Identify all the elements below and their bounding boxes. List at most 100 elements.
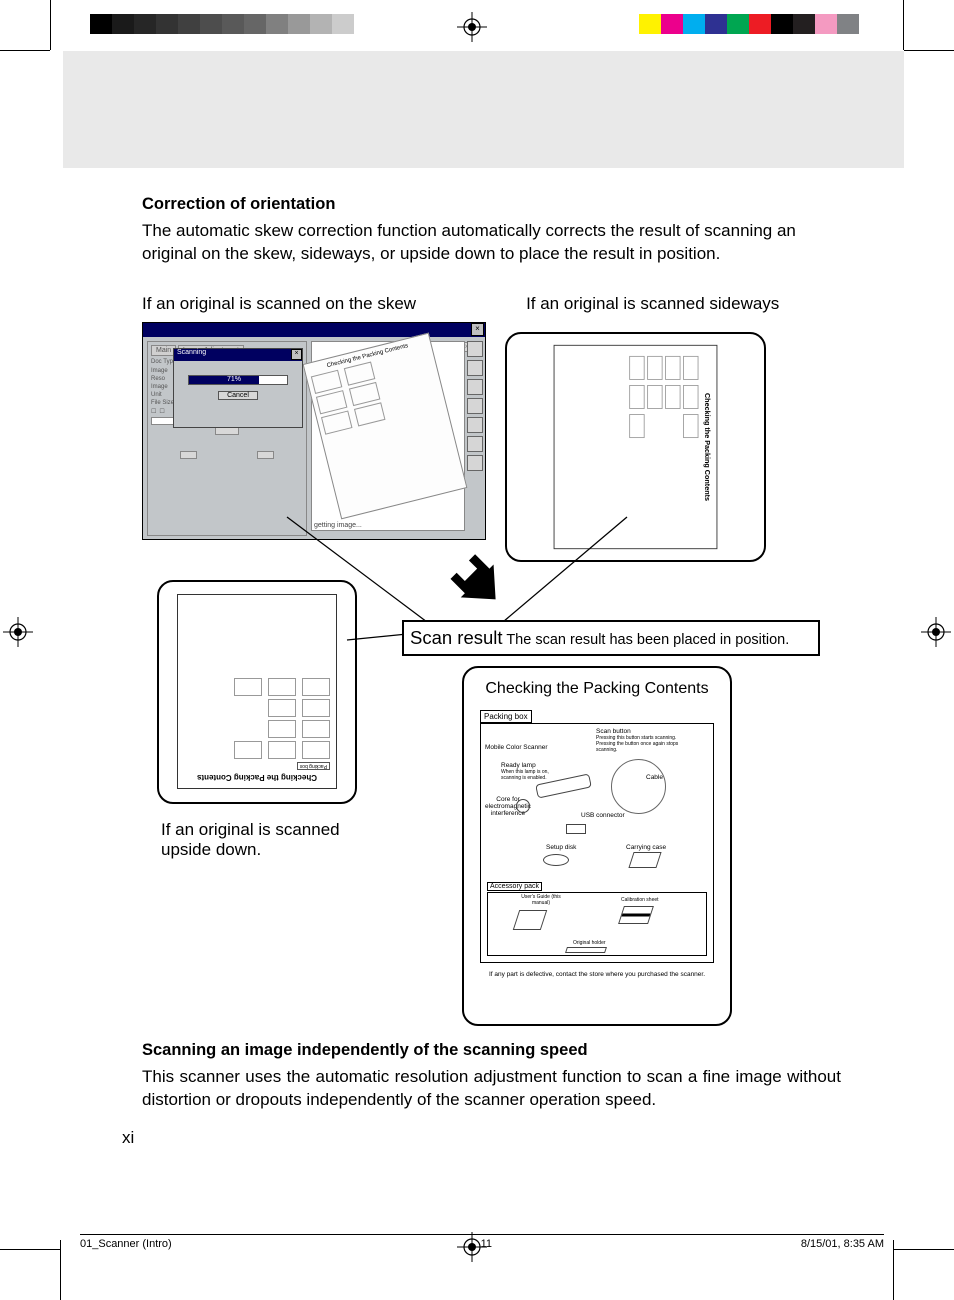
swatch [727,14,749,34]
core-shape [516,799,530,813]
skewed-preview-document: Checking the Packing Contents [303,333,468,520]
upside-caption: If an original is scanned upside down. [161,820,371,860]
swatch [90,14,112,34]
swatch [815,14,837,34]
crop-mark [894,1249,954,1250]
panel-button-3[interactable] [257,451,274,459]
label-users-guide: User's Guide (this manual) [521,894,561,906]
section-body: The automatic skew correction function a… [142,220,841,266]
panel-button[interactable] [215,427,238,435]
crop-mark [60,1240,61,1300]
label-file-size: File Size [151,400,174,406]
page-number-roman: xi [122,1128,134,1148]
sideways-caption: If an original is scanned sideways [526,294,779,314]
doc-title: Checking the Packing Contents [480,680,714,698]
swatch [683,14,705,34]
label-accessory-pack: Accessory pack [487,882,542,891]
close-icon[interactable]: × [471,323,484,336]
swatch [793,14,815,34]
footer-left: 01_Scanner (Intro) [80,1238,172,1250]
swatch [134,14,156,34]
label-ready-lamp-note: When this lamp is on, scanning is enable… [501,769,551,781]
grayscale-calibration-bar [90,14,376,34]
zoom-out-icon[interactable] [467,398,483,414]
swatch [112,14,134,34]
label-setup-disk: Setup disk [546,844,576,851]
tool-icon[interactable] [467,455,483,471]
close-icon[interactable]: × [291,349,302,360]
crop-mark [0,1249,60,1250]
footer-center: 11 [481,1238,492,1250]
swatch [156,14,178,34]
label-scan-button-note: Pressing this button starts scanning. Pr… [596,735,691,753]
tool-icon[interactable] [467,436,483,452]
crop-mark [893,1240,894,1300]
label-image: Image [151,368,168,374]
label-image2: Image [151,384,168,390]
dialog-title: Scanning [177,349,206,361]
label-cable: Cable [646,774,663,781]
swatch [332,14,354,34]
crop-mark [903,0,904,50]
registration-mark-icon [921,617,951,647]
swatch [266,14,288,34]
registration-mark-icon [3,617,33,647]
tool-icon[interactable] [467,417,483,433]
color-calibration-bar [639,14,859,34]
label-calib: Calibration sheet [621,897,659,903]
calib-shape [618,906,654,924]
usb-shape [566,824,586,834]
hand-tool-icon[interactable] [467,360,483,376]
label-carrying-case: Carrying case [626,844,666,851]
section2-heading: Scanning an image independently of the s… [142,1041,841,1060]
disk-shape [543,854,569,866]
crop-mark [904,50,954,51]
panel-button-2[interactable] [180,451,197,459]
swatch [837,14,859,34]
label-usb: USB connector [581,812,625,819]
case-shape [628,852,661,868]
progress-percent: 71% [227,376,241,383]
preview-toolbar [467,341,483,471]
swatch [771,14,793,34]
section-heading: Correction of orientation [142,195,841,214]
cancel-button[interactable]: Cancel [218,391,258,400]
registration-mark-icon [457,12,487,42]
scanner-app-window: × Scan Preview Exit Main Image Adjustmen… [142,322,486,540]
preview-area: Checking the Packing Contents getting im… [311,341,465,531]
swatch [244,14,266,34]
window-titlebar: × [143,323,485,337]
zoom-in-icon[interactable] [467,379,483,395]
swatch [200,14,222,34]
swatch [705,14,727,34]
swatch [178,14,200,34]
page-header-bar [63,51,904,168]
label-orig-holder: Original holder [573,940,606,946]
section2-body: This scanner uses the automatic resoluti… [142,1066,841,1112]
scan-result-title: Scan result [410,627,503,648]
swatch [288,14,310,34]
holder-shape [565,947,607,953]
swatch [222,14,244,34]
page-footer: 01_Scanner (Intro) 11 8/15/01, 8:35 AM [80,1234,884,1250]
arrow-icon [442,554,500,612]
skew-caption: If an original is scanned on the skew [142,294,416,314]
scan-result-text: The scan result has been placed in posit… [506,632,789,648]
swatch [661,14,683,34]
swatch [354,14,376,34]
packing-box-label: Packing box [480,710,532,723]
footer-right: 8/15/01, 8:35 AM [801,1238,884,1250]
tool-icon[interactable] [467,341,483,357]
doc-footnote: If any part is defective, contact the st… [480,971,714,978]
label-unit: Unit [151,392,162,398]
label-reso: Reso [151,376,165,382]
crop-mark [50,0,51,50]
swatch [749,14,771,34]
swatch [310,14,332,34]
progress-bar: 71% [188,375,288,385]
scan-result-label: Scan result The scan result has been pla… [402,620,820,656]
label-mobile-scanner: Mobile Color Scanner [485,744,548,751]
cable-shape [611,759,666,814]
corrected-document: Checking the Packing Contents Packing bo… [462,666,732,1026]
swatch [639,14,661,34]
